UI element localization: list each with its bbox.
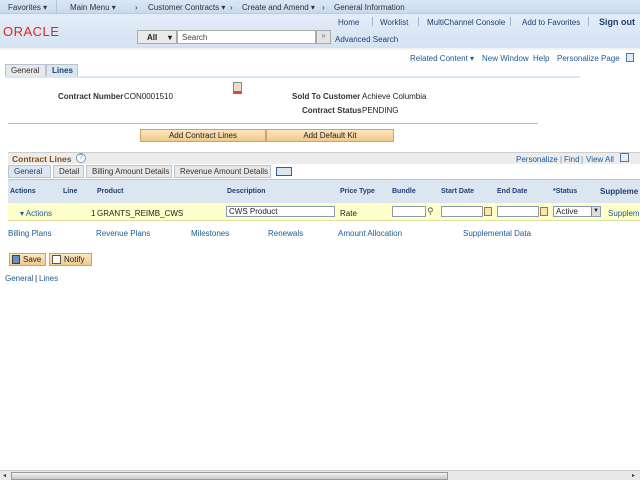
search-scope-value: All — [147, 33, 158, 42]
sign-out-link[interactable]: Sign out — [599, 17, 635, 27]
search-go-button[interactable]: » — [316, 30, 331, 44]
home-link[interactable]: Home — [338, 18, 359, 27]
grid-title: Contract Lines — [12, 154, 72, 164]
save-label: Save — [23, 255, 42, 264]
zoom-grid-icon[interactable] — [620, 153, 629, 162]
personalize-link[interactable]: Personalize — [516, 155, 558, 164]
contract-number-value: CON0001510 — [124, 92, 173, 101]
chevron-right-icon: › — [230, 3, 233, 12]
bundle-input[interactable] — [392, 206, 426, 217]
grid-tab-detail[interactable]: Detail — [53, 165, 84, 178]
save-icon — [12, 255, 20, 264]
notify-label: Notify — [64, 255, 85, 264]
col-start-date: Start Date — [441, 188, 475, 195]
scroll-right-icon[interactable]: ▸ — [632, 472, 635, 479]
main-menu[interactable]: Main Menu ▾ — [70, 3, 116, 12]
find-link[interactable]: Find — [564, 155, 580, 164]
create-amend-menu[interactable]: Create and Amend ▾ — [242, 3, 315, 12]
general-information-crumb[interactable]: General Information — [334, 3, 405, 12]
end-date-input[interactable] — [497, 206, 539, 217]
oracle-logo: ORACLE — [3, 24, 60, 39]
status-select[interactable]: Active ▼ — [553, 206, 601, 217]
footer-lines-link[interactable]: Lines — [39, 274, 58, 283]
row-price-type: Rate — [340, 209, 357, 218]
contract-status-label: Contract Status — [302, 106, 362, 115]
row-product: GRANTS_REIMB_CWS — [97, 209, 184, 218]
contract-number-label: Contract Number — [58, 92, 124, 101]
supplemental-link[interactable]: Suppleme — [608, 209, 640, 218]
calendar-icon[interactable] — [540, 207, 548, 216]
multichannel-console-link[interactable]: MultiChannel Console — [427, 18, 505, 27]
grid-tab-general[interactable]: General — [8, 165, 51, 178]
divider — [372, 17, 373, 26]
milestones-link[interactable]: Milestones — [191, 229, 229, 238]
dropdown-arrow-icon: ▼ — [591, 207, 600, 216]
billing-plans-link[interactable]: Billing Plans — [8, 229, 52, 238]
related-content-menu[interactable]: Related Content ▾ — [410, 54, 474, 63]
document-icon[interactable] — [233, 82, 242, 94]
divider — [56, 0, 57, 14]
view-all-link[interactable]: View All — [586, 155, 614, 164]
show-all-columns-icon[interactable] — [276, 167, 292, 176]
sold-to-customer-label: Sold To Customer — [292, 92, 361, 101]
search-icon[interactable]: ⚲ — [427, 206, 434, 217]
search-scope-select[interactable]: All ▾ — [137, 30, 177, 44]
divider — [8, 123, 538, 124]
col-bundle: Bundle — [392, 188, 416, 195]
help-link[interactable]: Help — [533, 54, 549, 63]
divider — [418, 17, 419, 26]
divider — [510, 17, 511, 26]
col-product: Product — [97, 188, 124, 195]
add-to-favorites-link[interactable]: Add to Favorites — [522, 18, 580, 27]
col-description: Description — [227, 188, 266, 195]
worklist-link[interactable]: Worklist — [380, 18, 408, 27]
add-contract-lines-button[interactable]: Add Contract Lines — [140, 129, 266, 142]
save-button[interactable]: Save — [9, 253, 46, 266]
divider — [0, 48, 640, 50]
favorites-menu[interactable]: Favorites ▾ — [8, 3, 47, 12]
col-status: *Status — [553, 188, 578, 195]
advanced-search-link[interactable]: Advanced Search — [335, 35, 398, 44]
page-icon[interactable] — [626, 53, 634, 62]
col-price-type: Price Type — [340, 188, 375, 195]
search-input[interactable]: Search — [177, 30, 316, 44]
breadcrumb-nav: Favorites ▾ Main Menu ▾ › Customer Contr… — [0, 0, 640, 14]
row-actions-menu[interactable]: ▾ Actions — [20, 209, 52, 218]
col-line: Line — [63, 188, 78, 195]
amount-allocation-link[interactable]: Amount Allocation — [338, 229, 402, 238]
row-line: 1 — [91, 209, 96, 218]
status-value: Active — [556, 207, 578, 216]
help-icon[interactable]: ? — [76, 153, 86, 163]
col-end-date: End Date — [497, 188, 528, 195]
notify-button[interactable]: Notify — [49, 253, 92, 266]
sold-to-customer-value: Achieve Columbia — [362, 92, 427, 101]
add-default-kit-button[interactable]: Add Default Kit — [266, 129, 394, 142]
col-actions: Actions — [10, 188, 36, 195]
dropdown-arrow-icon: ▾ — [168, 33, 173, 42]
scrollbar-thumb[interactable] — [11, 472, 448, 480]
grid-tab-billing[interactable]: Billing Amount Details — [86, 165, 172, 178]
footer-general-link[interactable]: General — [5, 274, 33, 283]
grid-tab-revenue[interactable]: Revenue Amount Details — [174, 165, 271, 178]
renewals-link[interactable]: Renewals — [268, 229, 303, 238]
calendar-icon[interactable] — [484, 207, 492, 216]
divider: | — [35, 274, 38, 283]
divider — [5, 76, 580, 78]
new-window-link[interactable]: New Window — [482, 54, 529, 63]
contract-status-value: PENDING — [362, 106, 399, 115]
col-supplemental: Suppleme — [600, 187, 639, 196]
scroll-left-icon[interactable]: ◂ — [3, 472, 6, 479]
customer-contracts-menu[interactable]: Customer Contracts ▾ — [148, 3, 225, 12]
notify-icon — [52, 255, 61, 264]
horizontal-scrollbar[interactable]: ◂ ▸ — [0, 470, 640, 480]
supplemental-data-link[interactable]: Supplemental Data — [463, 229, 531, 238]
personalize-page-link[interactable]: Personalize Page — [557, 54, 620, 63]
chevron-right-icon: › — [135, 3, 138, 12]
start-date-input[interactable] — [441, 206, 483, 217]
chevron-right-icon: › — [322, 3, 325, 12]
revenue-plans-link[interactable]: Revenue Plans — [96, 229, 150, 238]
description-input[interactable]: CWS Product — [226, 206, 335, 217]
divider — [588, 17, 589, 26]
